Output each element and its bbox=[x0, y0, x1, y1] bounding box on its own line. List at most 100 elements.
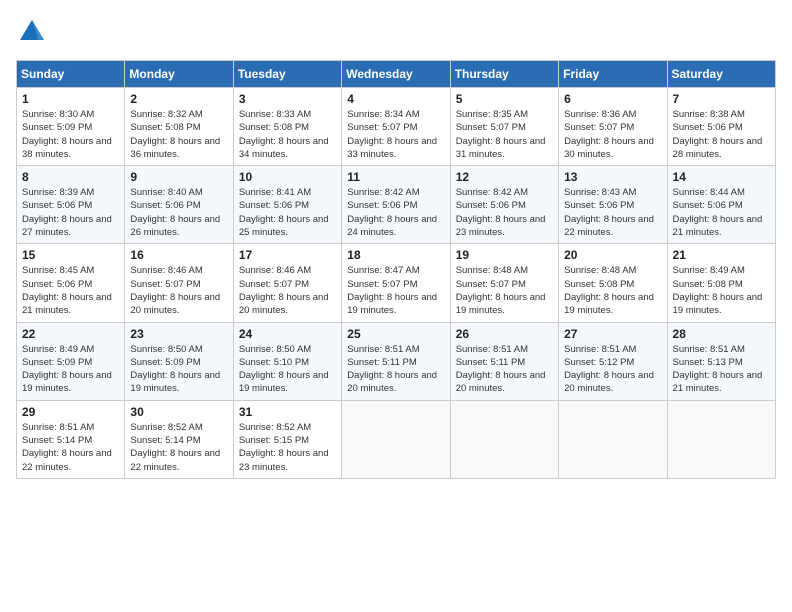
day-info: Sunrise: 8:41 AMSunset: 5:06 PMDaylight:… bbox=[239, 186, 336, 239]
day-info: Sunrise: 8:52 AMSunset: 5:15 PMDaylight:… bbox=[239, 421, 336, 474]
day-info: Sunrise: 8:49 AMSunset: 5:08 PMDaylight:… bbox=[673, 264, 770, 317]
col-header-wednesday: Wednesday bbox=[342, 61, 450, 88]
day-number: 12 bbox=[456, 170, 553, 184]
day-cell-18: 18 Sunrise: 8:47 AMSunset: 5:07 PMDayligh… bbox=[342, 244, 450, 322]
day-info: Sunrise: 8:40 AMSunset: 5:06 PMDaylight:… bbox=[130, 186, 227, 239]
day-number: 9 bbox=[130, 170, 227, 184]
day-info: Sunrise: 8:32 AMSunset: 5:08 PMDaylight:… bbox=[130, 108, 227, 161]
day-cell-10: 10 Sunrise: 8:41 AMSunset: 5:06 PMDayligh… bbox=[233, 166, 341, 244]
day-cell-15: 15Sunrise: 8:45 AMSunset: 5:06 PMDayligh… bbox=[17, 244, 125, 322]
calendar-header: SundayMondayTuesdayWednesdayThursdayFrid… bbox=[17, 61, 776, 88]
page-header bbox=[16, 16, 776, 48]
day-number: 1 bbox=[22, 92, 119, 106]
day-cell-11: 11 Sunrise: 8:42 AMSunset: 5:06 PMDayligh… bbox=[342, 166, 450, 244]
day-info: Sunrise: 8:48 AMSunset: 5:07 PMDaylight:… bbox=[456, 264, 553, 317]
empty-cell bbox=[342, 400, 450, 478]
day-info: Sunrise: 8:43 AMSunset: 5:06 PMDaylight:… bbox=[564, 186, 661, 239]
day-cell-16: 16 Sunrise: 8:46 AMSunset: 5:07 PMDayligh… bbox=[125, 244, 233, 322]
day-cell-5: 5Sunrise: 8:35 AMSunset: 5:07 PMDaylight… bbox=[450, 88, 558, 166]
week-row-3: 15Sunrise: 8:45 AMSunset: 5:06 PMDayligh… bbox=[17, 244, 776, 322]
day-number: 16 bbox=[130, 248, 227, 262]
day-number: 4 bbox=[347, 92, 444, 106]
day-cell-29: 29 Sunrise: 8:51 AMSunset: 5:14 PMDayligh… bbox=[17, 400, 125, 478]
day-cell-25: 25 Sunrise: 8:51 AMSunset: 5:11 PMDayligh… bbox=[342, 322, 450, 400]
day-cell-12: 12 Sunrise: 8:42 AMSunset: 5:06 PMDayligh… bbox=[450, 166, 558, 244]
day-info: Sunrise: 8:51 AMSunset: 5:14 PMDaylight:… bbox=[22, 421, 119, 474]
day-info: Sunrise: 8:38 AMSunset: 5:06 PMDaylight:… bbox=[673, 108, 770, 161]
day-number: 29 bbox=[22, 405, 119, 419]
week-row-1: 1 Sunrise: 8:30 AMSunset: 5:09 PMDaylight… bbox=[17, 88, 776, 166]
col-header-sunday: Sunday bbox=[17, 61, 125, 88]
day-info: Sunrise: 8:36 AMSunset: 5:07 PMDaylight:… bbox=[564, 108, 661, 161]
day-number: 19 bbox=[456, 248, 553, 262]
day-info: Sunrise: 8:42 AMSunset: 5:06 PMDaylight:… bbox=[456, 186, 553, 239]
day-cell-24: 24 Sunrise: 8:50 AMSunset: 5:10 PMDayligh… bbox=[233, 322, 341, 400]
day-cell-6: 6 Sunrise: 8:36 AMSunset: 5:07 PMDaylight… bbox=[559, 88, 667, 166]
day-number: 22 bbox=[22, 327, 119, 341]
day-cell-3: 3 Sunrise: 8:33 AMSunset: 5:08 PMDaylight… bbox=[233, 88, 341, 166]
day-number: 21 bbox=[673, 248, 770, 262]
col-header-friday: Friday bbox=[559, 61, 667, 88]
empty-cell bbox=[450, 400, 558, 478]
day-number: 3 bbox=[239, 92, 336, 106]
day-cell-21: 21 Sunrise: 8:49 AMSunset: 5:08 PMDayligh… bbox=[667, 244, 775, 322]
day-cell-20: 20Sunrise: 8:48 AMSunset: 5:08 PMDayligh… bbox=[559, 244, 667, 322]
day-info: Sunrise: 8:50 AMSunset: 5:09 PMDaylight:… bbox=[130, 343, 227, 396]
day-number: 15 bbox=[22, 248, 119, 262]
week-row-5: 29 Sunrise: 8:51 AMSunset: 5:14 PMDayligh… bbox=[17, 400, 776, 478]
day-info: Sunrise: 8:51 AMSunset: 5:12 PMDaylight:… bbox=[564, 343, 661, 396]
empty-cell bbox=[667, 400, 775, 478]
day-cell-22: 22 Sunrise: 8:49 AMSunset: 5:09 PMDayligh… bbox=[17, 322, 125, 400]
day-number: 11 bbox=[347, 170, 444, 184]
day-info: Sunrise: 8:44 AMSunset: 5:06 PMDaylight:… bbox=[673, 186, 770, 239]
day-info: Sunrise: 8:51 AMSunset: 5:11 PMDaylight:… bbox=[456, 343, 553, 396]
day-info: Sunrise: 8:47 AMSunset: 5:07 PMDaylight:… bbox=[347, 264, 444, 317]
day-cell-7: 7 Sunrise: 8:38 AMSunset: 5:06 PMDaylight… bbox=[667, 88, 775, 166]
day-number: 28 bbox=[673, 327, 770, 341]
day-number: 23 bbox=[130, 327, 227, 341]
day-number: 6 bbox=[564, 92, 661, 106]
day-number: 14 bbox=[673, 170, 770, 184]
day-cell-19: 19 Sunrise: 8:48 AMSunset: 5:07 PMDayligh… bbox=[450, 244, 558, 322]
day-info: Sunrise: 8:30 AMSunset: 5:09 PMDaylight:… bbox=[22, 108, 119, 161]
day-number: 7 bbox=[673, 92, 770, 106]
day-cell-28: 28Sunrise: 8:51 AMSunset: 5:13 PMDayligh… bbox=[667, 322, 775, 400]
day-number: 30 bbox=[130, 405, 227, 419]
day-number: 10 bbox=[239, 170, 336, 184]
day-cell-17: 17Sunrise: 8:46 AMSunset: 5:07 PMDayligh… bbox=[233, 244, 341, 322]
day-number: 25 bbox=[347, 327, 444, 341]
day-number: 8 bbox=[22, 170, 119, 184]
day-info: Sunrise: 8:39 AMSunset: 5:06 PMDaylight:… bbox=[22, 186, 119, 239]
day-cell-23: 23 Sunrise: 8:50 AMSunset: 5:09 PMDayligh… bbox=[125, 322, 233, 400]
day-info: Sunrise: 8:50 AMSunset: 5:10 PMDaylight:… bbox=[239, 343, 336, 396]
day-cell-13: 13 Sunrise: 8:43 AMSunset: 5:06 PMDayligh… bbox=[559, 166, 667, 244]
header-row: SundayMondayTuesdayWednesdayThursdayFrid… bbox=[17, 61, 776, 88]
calendar-body: 1 Sunrise: 8:30 AMSunset: 5:09 PMDaylight… bbox=[17, 88, 776, 479]
day-info: Sunrise: 8:49 AMSunset: 5:09 PMDaylight:… bbox=[22, 343, 119, 396]
day-cell-31: 31 Sunrise: 8:52 AMSunset: 5:15 PMDayligh… bbox=[233, 400, 341, 478]
day-number: 2 bbox=[130, 92, 227, 106]
day-info: Sunrise: 8:42 AMSunset: 5:06 PMDaylight:… bbox=[347, 186, 444, 239]
day-info: Sunrise: 8:34 AMSunset: 5:07 PMDaylight:… bbox=[347, 108, 444, 161]
calendar-table: SundayMondayTuesdayWednesdayThursdayFrid… bbox=[16, 60, 776, 479]
col-header-monday: Monday bbox=[125, 61, 233, 88]
week-row-2: 8 Sunrise: 8:39 AMSunset: 5:06 PMDaylight… bbox=[17, 166, 776, 244]
day-info: Sunrise: 8:46 AMSunset: 5:07 PMDaylight:… bbox=[130, 264, 227, 317]
day-info: Sunrise: 8:33 AMSunset: 5:08 PMDaylight:… bbox=[239, 108, 336, 161]
day-number: 24 bbox=[239, 327, 336, 341]
day-cell-1: 1 Sunrise: 8:30 AMSunset: 5:09 PMDaylight… bbox=[17, 88, 125, 166]
week-row-4: 22 Sunrise: 8:49 AMSunset: 5:09 PMDayligh… bbox=[17, 322, 776, 400]
day-info: Sunrise: 8:51 AMSunset: 5:11 PMDaylight:… bbox=[347, 343, 444, 396]
day-cell-2: 2 Sunrise: 8:32 AMSunset: 5:08 PMDaylight… bbox=[125, 88, 233, 166]
day-number: 13 bbox=[564, 170, 661, 184]
day-number: 27 bbox=[564, 327, 661, 341]
day-cell-8: 8 Sunrise: 8:39 AMSunset: 5:06 PMDaylight… bbox=[17, 166, 125, 244]
day-cell-14: 14 Sunrise: 8:44 AMSunset: 5:06 PMDayligh… bbox=[667, 166, 775, 244]
day-info: Sunrise: 8:35 AMSunset: 5:07 PMDaylight:… bbox=[456, 108, 553, 161]
day-number: 31 bbox=[239, 405, 336, 419]
day-number: 17 bbox=[239, 248, 336, 262]
col-header-tuesday: Tuesday bbox=[233, 61, 341, 88]
day-cell-9: 9 Sunrise: 8:40 AMSunset: 5:06 PMDaylight… bbox=[125, 166, 233, 244]
col-header-saturday: Saturday bbox=[667, 61, 775, 88]
day-number: 18 bbox=[347, 248, 444, 262]
